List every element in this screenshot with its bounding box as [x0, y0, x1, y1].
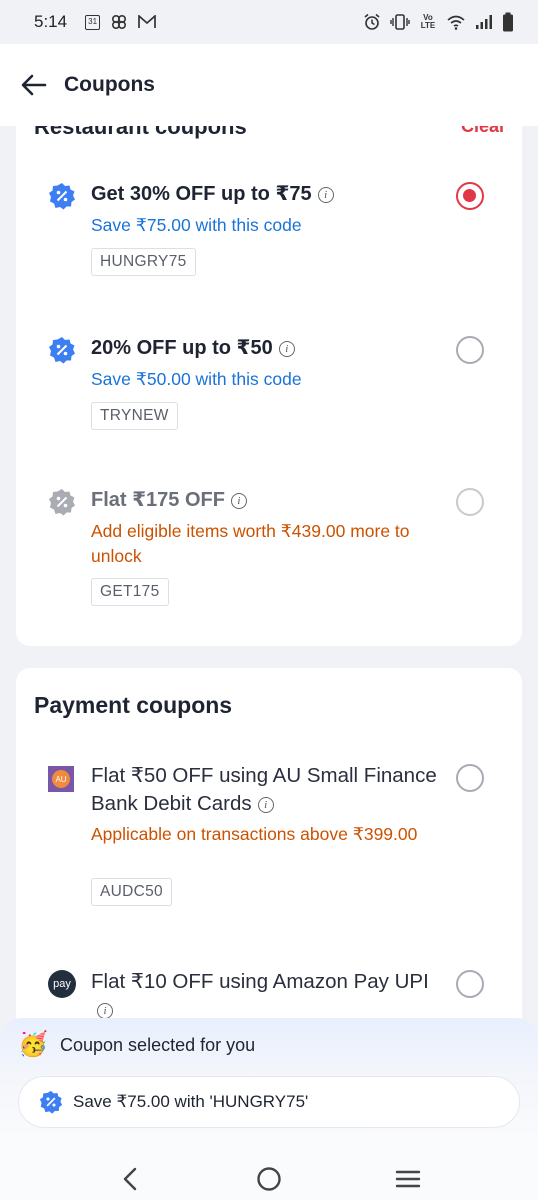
recents-nav-icon[interactable]	[388, 1159, 428, 1199]
alarm-icon	[363, 13, 381, 31]
back-arrow-icon[interactable]	[20, 71, 48, 99]
gmail-icon	[138, 15, 156, 29]
selected-coupon-pill[interactable]: Save ₹75.00 with 'HUNGRY75'	[18, 1076, 520, 1128]
coupon-code: TRYNEW	[91, 402, 178, 430]
home-nav-icon[interactable]	[249, 1159, 289, 1199]
app-header: Coupons	[0, 44, 538, 126]
status-bar: 5:14 31 Vo LTE	[0, 0, 538, 44]
coupon-item[interactable]: AU Flat ₹50 OFF using AU Small Finance B…	[16, 762, 522, 912]
page-title: Coupons	[64, 73, 155, 96]
info-icon[interactable]: i	[257, 797, 274, 813]
au-bank-logo: AU	[48, 766, 74, 792]
coupon-radio-selected[interactable]	[456, 182, 484, 210]
restaurant-coupons-card: Restaurant coupons Clear Get 30% OFF up …	[16, 96, 522, 646]
coupon-code: AUDC50	[91, 878, 172, 906]
calendar-icon: 31	[85, 14, 101, 30]
selected-coupon-text: Save ₹75.00 with 'HUNGRY75'	[73, 1092, 309, 1111]
info-icon[interactable]: i	[278, 341, 295, 357]
coupon-unlock-message: Add eligible items worth ₹439.00 more to…	[91, 521, 410, 566]
battery-icon	[502, 12, 514, 32]
coupon-code: GET175	[91, 578, 169, 606]
coupon-title: Flat ₹175 OFF i	[91, 486, 441, 514]
wifi-icon	[446, 14, 466, 30]
coupon-badge-icon	[48, 488, 76, 516]
payment-coupons-title: Payment coupons	[34, 692, 233, 718]
coupon-title: Flat ₹10 OFF using Amazon Pay UPIi	[91, 970, 429, 1019]
coupon-badge-icon	[48, 182, 76, 210]
coupon-radio[interactable]	[456, 336, 484, 364]
vibrate-icon	[390, 14, 410, 30]
coupon-item[interactable]: 20% OFF up to ₹50 i Save ₹50.00 with this…	[16, 334, 522, 444]
coupon-radio-disabled[interactable]	[456, 488, 484, 516]
signal-icon	[475, 14, 493, 30]
coupon-badge-icon	[48, 336, 76, 364]
selected-coupon-header: 🥳 Coupon selected for you	[18, 1030, 255, 1060]
coupon-radio[interactable]	[456, 970, 484, 998]
status-time: 5:14	[34, 12, 68, 31]
party-face-icon: 🥳	[18, 1031, 48, 1058]
coupon-badge-icon	[39, 1090, 63, 1114]
system-nav-bar	[0, 1158, 538, 1200]
info-icon[interactable]: i	[97, 1003, 113, 1019]
info-icon[interactable]: i	[317, 187, 334, 203]
coupon-title: 20% OFF up to ₹50 i	[91, 334, 441, 362]
coupon-condition: Applicable on transactions above ₹399.00	[91, 824, 418, 844]
coupon-radio[interactable]	[456, 764, 484, 792]
coupon-item-locked[interactable]: Flat ₹175 OFF i Add eligible items worth …	[16, 486, 522, 626]
selected-coupon-panel: 🥳 Coupon selected for you Save ₹75.00 wi…	[0, 1018, 538, 1200]
back-nav-icon[interactable]	[110, 1159, 150, 1199]
pinwheel-icon	[110, 13, 128, 31]
coupon-title: Flat ₹50 OFF using AU Small Finance Bank…	[91, 764, 437, 815]
coupon-subtitle: Save ₹50.00 with this code	[91, 369, 302, 389]
selected-label: Coupon selected for you	[60, 1034, 256, 1055]
info-icon[interactable]: i	[230, 493, 247, 509]
coupon-item[interactable]: Get 30% OFF up to ₹75 i Save ₹75.00 with …	[16, 180, 522, 290]
coupon-title: Get 30% OFF up to ₹75 i	[91, 180, 441, 208]
coupon-code: HUNGRY75	[91, 248, 196, 276]
coupon-subtitle: Save ₹75.00 with this code	[91, 215, 302, 235]
volte-icon: Vo LTE	[420, 13, 436, 30]
amazon-pay-logo: pay	[48, 970, 76, 998]
